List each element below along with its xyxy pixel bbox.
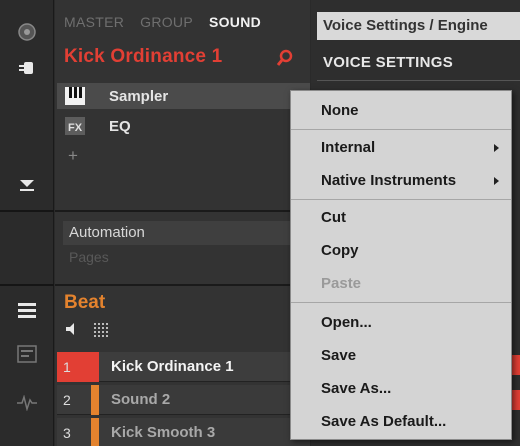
add-plugin-button[interactable]: +	[68, 146, 78, 166]
menu-item-label: Internal	[321, 139, 376, 156]
sound-slot-3[interactable]: 3 Kick Smooth 3	[57, 417, 310, 446]
menu-item-paste: Paste	[321, 275, 362, 292]
submenu-arrow-icon	[494, 177, 499, 185]
tab-sound[interactable]: SOUND	[209, 14, 261, 30]
plug-icon[interactable]	[0, 60, 54, 76]
pages-label: Pages	[69, 249, 109, 265]
page-selector[interactable]: Voice Settings / Engine	[317, 12, 520, 40]
sound-slot-1[interactable]: 1 Kick Ordinance 1	[57, 351, 310, 382]
pattern-view-icon[interactable]	[0, 345, 54, 363]
level-tabs: MASTER GROUP SOUND	[55, 10, 310, 34]
sound-number: 3	[57, 417, 99, 446]
sound-number: 1	[57, 351, 99, 382]
list-view-icon[interactable]	[0, 302, 54, 320]
sound-browser-panel: MASTER GROUP SOUND Kick Ordinance 1 Samp…	[55, 0, 310, 446]
plugin-context-menu: None Internal Native Instruments Cut Cop…	[290, 90, 512, 440]
plugin-label: Sampler	[109, 87, 169, 105]
menu-item-label: Native Instruments	[321, 172, 457, 189]
sound-slot-2[interactable]: 2 Sound 2	[57, 384, 310, 415]
fx-icon: FX	[63, 115, 87, 137]
grid-icon[interactable]	[93, 322, 109, 343]
menu-item-save[interactable]: Save	[291, 342, 511, 370]
menu-item-internal[interactable]: Internal	[291, 134, 511, 162]
submenu-arrow-icon	[494, 144, 499, 152]
sound-name: Kick Smooth 3	[111, 424, 216, 441]
plugin-slot-eq[interactable]: FX EQ	[57, 113, 310, 139]
menu-item-native-instruments[interactable]: Native Instruments	[291, 167, 511, 195]
sound-name: Sound 2	[111, 391, 171, 408]
sound-number: 2	[57, 384, 99, 415]
plugin-slot-sampler[interactable]: Sampler	[57, 83, 310, 109]
automation-field[interactable]: Automation	[63, 221, 310, 245]
collapse-arrow-icon[interactable]	[0, 178, 54, 192]
left-icon-strip	[0, 0, 54, 446]
search-icon[interactable]	[276, 49, 293, 72]
menu-item-cut[interactable]: Cut	[291, 204, 511, 232]
tab-master[interactable]: MASTER	[64, 14, 124, 30]
waveform-icon[interactable]	[0, 395, 54, 411]
group-title[interactable]: Beat	[64, 292, 105, 314]
menu-item-save-as[interactable]: Save As...	[291, 375, 511, 403]
menu-item-save-as-default[interactable]: Save As Default...	[291, 408, 511, 436]
sound-name: Kick Ordinance 1	[111, 358, 234, 375]
plugin-label: EQ	[109, 117, 131, 135]
dial-icon[interactable]	[0, 22, 54, 42]
speaker-icon[interactable]	[64, 321, 80, 342]
keyboard-icon	[63, 85, 87, 107]
svg-text:FX: FX	[68, 122, 83, 134]
menu-item-open[interactable]: Open...	[291, 309, 511, 337]
section-title: VOICE SETTINGS	[323, 54, 454, 71]
menu-item-copy[interactable]: Copy	[291, 237, 511, 265]
menu-item-none[interactable]: None	[291, 97, 511, 125]
sound-title[interactable]: Kick Ordinance 1	[64, 46, 222, 68]
tab-group[interactable]: GROUP	[140, 14, 193, 30]
